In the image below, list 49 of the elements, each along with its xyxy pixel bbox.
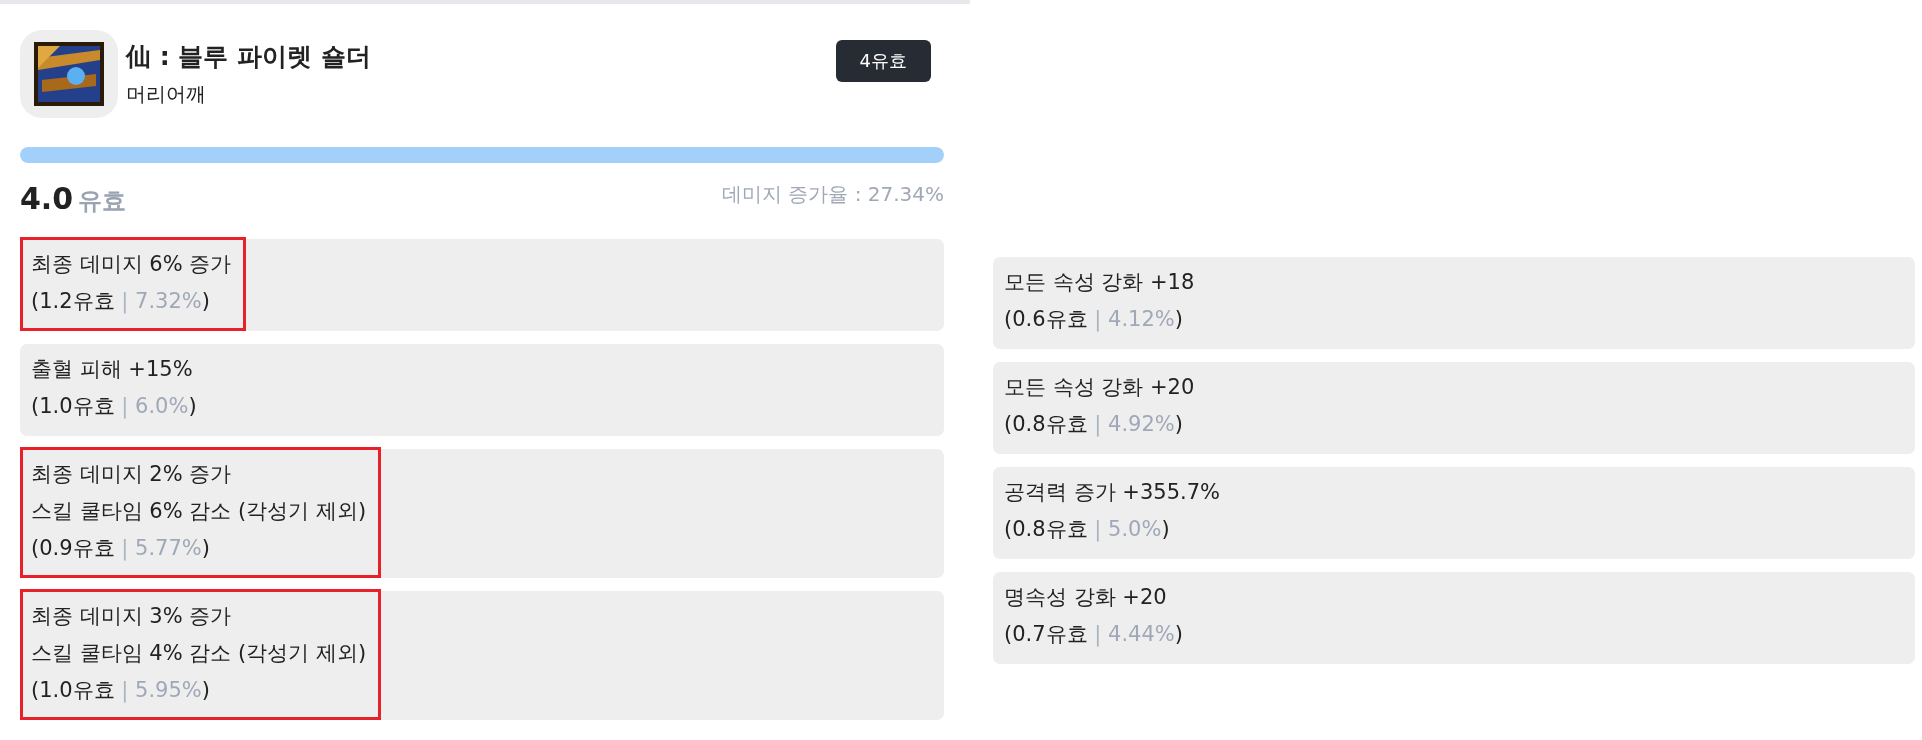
option-text: 공격력 증가 +355.7% (1004, 479, 1221, 506)
percent-text: 5.95% (135, 678, 202, 702)
paren-text: ) (1174, 307, 1183, 331)
percent-text: 7.32% (135, 289, 202, 313)
percent-text: 4.12% (1108, 307, 1175, 331)
paren-text: ) (201, 536, 210, 560)
option-text: 스킬 쿨타임 6% 감소 (각성기 제외) (31, 498, 367, 525)
percent-text: 4.44% (1108, 622, 1175, 646)
option-text: 모든 속성 강화 +20 (1004, 374, 1195, 401)
item-title: 仙 : 블루 파이렛 숄더 (126, 41, 372, 73)
damage-rate-text: 데미지 증가율 : 27.34% (721, 181, 944, 208)
rating-text: (1.0유효 (31, 394, 115, 418)
percent-text: 4.92% (1108, 412, 1175, 436)
rating-text: (1.2유효 (31, 289, 115, 313)
separator-text: | (1094, 307, 1102, 331)
option-text: 출혈 피해 +15% (31, 356, 194, 383)
option-text: 최종 데미지 2% 증가 (31, 461, 233, 488)
separator-text: | (121, 289, 129, 313)
separator-text: | (1094, 517, 1102, 541)
rating-text: (0.8유효 (1004, 517, 1088, 541)
paren-text: ) (201, 289, 210, 313)
rating-text: (0.6유효 (1004, 307, 1088, 331)
paren-text: ) (201, 678, 210, 702)
rating-text: (1.0유효 (31, 678, 115, 702)
percent-text: 6.0% (135, 394, 189, 418)
option-text: 최종 데미지 6% 증가 (31, 251, 232, 278)
paren-text: ) (1174, 412, 1183, 436)
percent-text: 5.0% (1108, 517, 1162, 541)
percent-text: 5.77% (135, 536, 202, 560)
separator-text: | (121, 536, 129, 560)
separator-text: | (1094, 622, 1102, 646)
slot-label: 머리어깨 (126, 81, 207, 108)
option-text: 스킬 쿨타임 4% 감소 (각성기 제외) (31, 640, 367, 667)
effect-badge: 4유효 (835, 40, 931, 82)
option-text: 명속성 강화 +20 (1004, 584, 1168, 611)
rating-text: (0.9유효 (31, 536, 115, 560)
paren-text: ) (1174, 622, 1183, 646)
rating-text: (0.8유효 (1004, 412, 1088, 436)
score-unit: 유효 (78, 187, 127, 215)
separator-text: | (1094, 412, 1102, 436)
rating-text: (0.7유효 (1004, 622, 1088, 646)
paren-text: ) (188, 394, 197, 418)
separator-text: | (121, 678, 129, 702)
option-text: 모든 속성 강화 +18 (1004, 269, 1195, 296)
separator-text: | (121, 394, 129, 418)
emblem-icon (20, 30, 118, 118)
paren-text: ) (1161, 517, 1170, 541)
score-value: 4.0 (20, 181, 74, 216)
option-text: 최종 데미지 3% 증가 (31, 603, 233, 630)
